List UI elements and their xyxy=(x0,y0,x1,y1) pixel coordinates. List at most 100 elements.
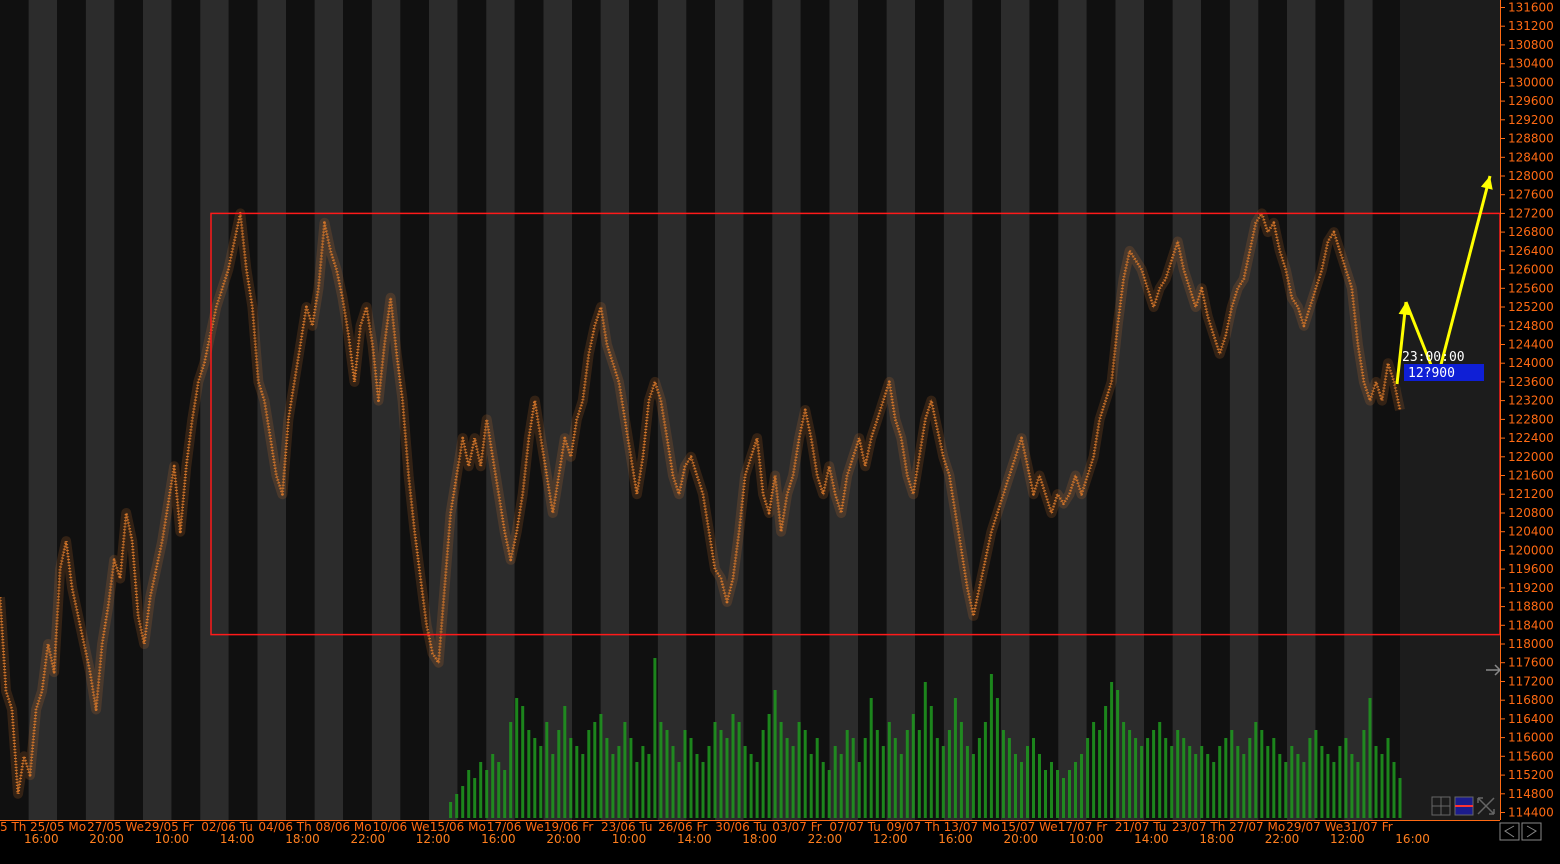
y-tick-label: 122000 xyxy=(1508,450,1554,464)
volume-bar xyxy=(959,722,963,818)
y-tick-label: 131600 xyxy=(1508,1,1554,15)
volume-bar xyxy=(1068,770,1071,818)
last-price-value: 12?900 xyxy=(1408,366,1455,381)
volume-bar xyxy=(737,722,741,818)
volume-bar xyxy=(647,754,651,818)
x-time-label: 20:00 xyxy=(1004,832,1039,846)
volume-bar xyxy=(707,746,711,818)
session-band xyxy=(143,0,172,820)
y-tick-label: 123600 xyxy=(1508,375,1554,389)
volume-bar xyxy=(1044,770,1047,818)
session-band xyxy=(457,0,487,820)
x-time-label: 12:00 xyxy=(416,832,451,846)
volume-bar xyxy=(1050,762,1053,818)
volume-bar xyxy=(515,698,519,818)
volume-bar xyxy=(1001,730,1005,818)
y-tick-label: 115600 xyxy=(1508,749,1554,763)
x-date-label: 5 Th xyxy=(0,820,26,834)
volume-bar xyxy=(599,714,603,818)
volume-bar xyxy=(1110,682,1114,818)
volume-bar xyxy=(1386,738,1390,818)
volume-bar xyxy=(1224,738,1228,818)
volume-bar xyxy=(1368,698,1372,818)
session-band xyxy=(1258,0,1287,820)
volume-bar xyxy=(1116,690,1120,818)
session-band xyxy=(1344,0,1373,820)
volume-bar xyxy=(1236,746,1240,818)
session-band xyxy=(486,0,515,820)
volume-bar xyxy=(449,802,453,818)
session-band xyxy=(743,0,773,820)
volume-bar xyxy=(989,674,993,818)
x-time-label: 18:00 xyxy=(742,832,777,846)
y-tick-label: 122400 xyxy=(1508,431,1554,445)
volume-bar xyxy=(761,730,765,818)
volume-bar xyxy=(809,754,813,818)
volume-bar xyxy=(713,722,717,818)
x-time-label: 10:00 xyxy=(155,832,190,846)
volume-bar xyxy=(863,738,867,818)
y-tick-label: 117600 xyxy=(1508,656,1554,670)
volume-bar xyxy=(875,730,879,818)
volume-bar xyxy=(827,770,831,818)
x-time-label: 14:00 xyxy=(1134,832,1169,846)
volume-bar xyxy=(1350,754,1354,818)
price-chart[interactable]: 23:00:0012?900 1316001312001308001304001… xyxy=(0,0,1560,864)
volume-bar xyxy=(1278,754,1282,818)
volume-bar xyxy=(1086,738,1090,818)
y-tick-label: 123200 xyxy=(1508,394,1554,408)
volume-bar xyxy=(1284,762,1288,818)
y-tick-label: 120400 xyxy=(1508,525,1554,539)
chart-type-icon[interactable] xyxy=(1454,796,1474,816)
volume-bar xyxy=(731,714,735,818)
volume-bar xyxy=(743,746,747,818)
volume-bar xyxy=(1134,738,1138,818)
y-tick-label: 127200 xyxy=(1508,206,1554,220)
session-band xyxy=(1201,0,1230,820)
volume-bar xyxy=(821,762,825,818)
volume-bar xyxy=(1380,754,1384,818)
volume-bar xyxy=(623,722,627,818)
session-band xyxy=(1001,0,1030,820)
session-band xyxy=(715,0,744,820)
volume-bar xyxy=(1296,754,1300,818)
x-time-label: 22:00 xyxy=(351,832,386,846)
y-tick-label: 124400 xyxy=(1508,338,1554,352)
session-band xyxy=(543,0,572,820)
session-band xyxy=(1172,0,1202,820)
volume-bar xyxy=(503,770,507,818)
y-tick-label: 119600 xyxy=(1508,562,1554,576)
session-band xyxy=(57,0,86,820)
x-time-label: 16:00 xyxy=(938,832,973,846)
session-band xyxy=(200,0,229,820)
volume-bar xyxy=(857,762,861,818)
volume-bar xyxy=(701,762,705,818)
volume-bar xyxy=(1308,738,1312,818)
y-tick-label: 128800 xyxy=(1508,132,1554,146)
x-time-label: 14:00 xyxy=(220,832,255,846)
volume-bar xyxy=(587,730,591,818)
y-tick-label: 120800 xyxy=(1508,506,1554,520)
last-price-time: 23:00:00 xyxy=(1402,350,1465,365)
volume-bar xyxy=(971,754,975,818)
y-tick-label: 120000 xyxy=(1508,543,1554,557)
volume-bar xyxy=(1398,778,1402,818)
session-band xyxy=(829,0,858,820)
volume-bar xyxy=(563,706,567,818)
volume-bar xyxy=(527,730,531,818)
session-band xyxy=(1058,0,1087,820)
future-area xyxy=(1400,0,1500,820)
volume-bar xyxy=(593,722,597,818)
volume-bar xyxy=(533,738,537,818)
volume-bar xyxy=(1188,746,1192,818)
volume-bar xyxy=(1152,730,1156,818)
volume-bar xyxy=(983,722,987,818)
volume-bar xyxy=(899,754,903,818)
volume-bar xyxy=(1170,746,1174,818)
volume-bar xyxy=(671,746,675,818)
volume-bar xyxy=(851,738,855,818)
session-band xyxy=(943,0,973,820)
volume-bar xyxy=(773,690,777,818)
session-band xyxy=(371,0,401,820)
volume-bar xyxy=(545,722,549,818)
